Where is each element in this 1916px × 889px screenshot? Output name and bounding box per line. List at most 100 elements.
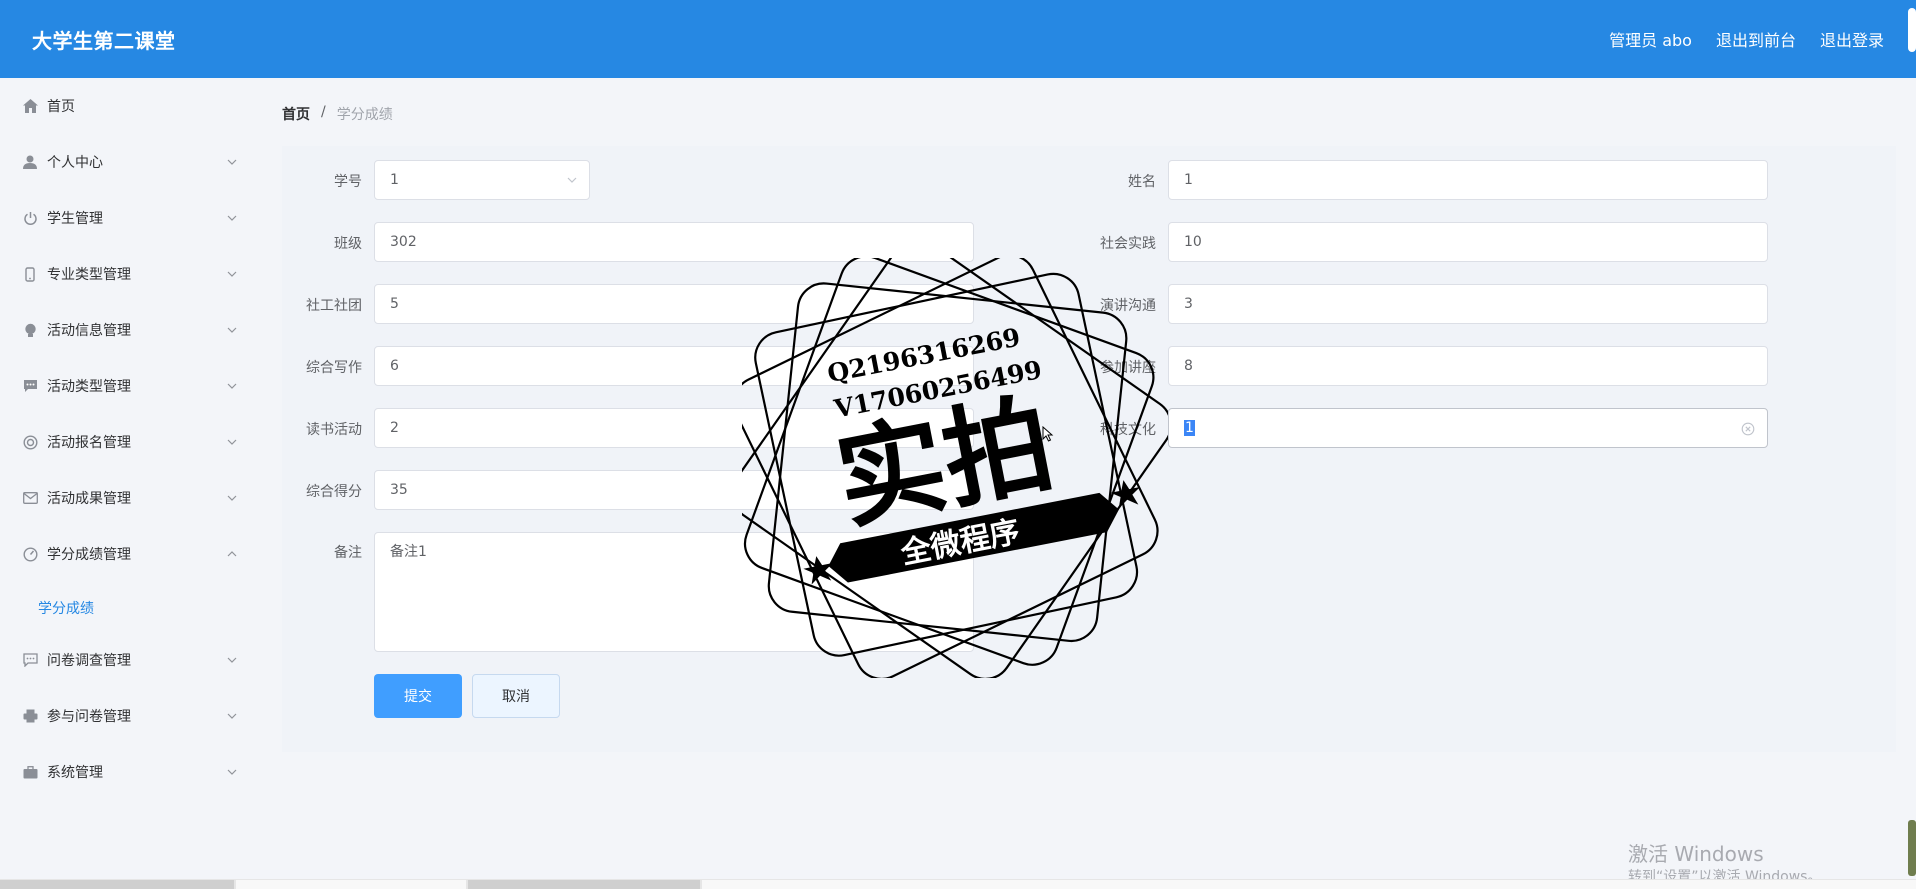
sidebar-item-label: 参与问卷管理 xyxy=(47,709,131,725)
mobile-icon xyxy=(22,266,38,282)
exit-to-frontend-link[interactable]: 退出到前台 xyxy=(1716,27,1796,51)
clear-icon[interactable] xyxy=(1741,422,1755,436)
sidebar-item-activity-registration-management[interactable]: 活动报名管理 xyxy=(0,414,252,470)
sidebar: 首页 个人中心 学生管理 专业类型管理 活动信息管理 活动类型管理 活动报名管理… xyxy=(0,78,252,889)
activation-watermark-title: 激活 Windows xyxy=(1628,842,1764,866)
gauge-icon xyxy=(22,546,38,562)
chevron-up-icon xyxy=(227,551,237,557)
student-id-label: 学号 xyxy=(334,174,362,190)
class-field[interactable]: 302 xyxy=(374,222,974,262)
sidebar-item-student-management[interactable]: 学生管理 xyxy=(0,190,252,246)
tech-culture-field[interactable]: 1 xyxy=(1168,408,1768,448)
sidebar-item-home[interactable]: 首页 xyxy=(0,78,252,134)
social-practice-value: 10 xyxy=(1184,234,1202,250)
chevron-down-icon xyxy=(227,713,237,719)
top-header: 大学生第二课堂 管理员 abo 退出到前台 退出登录 xyxy=(0,0,1916,78)
home-icon xyxy=(22,98,38,114)
horizontal-scrollbar[interactable] xyxy=(0,879,1916,889)
club-label: 社工社团 xyxy=(306,298,362,314)
lecture-field[interactable]: 8 xyxy=(1168,346,1768,386)
sidebar-item-questionnaire-participation-management[interactable]: 参与问卷管理 xyxy=(0,688,252,744)
total-score-label: 综合得分 xyxy=(306,484,362,500)
class-label: 班级 xyxy=(334,236,362,252)
sidebar-item-activity-info-management[interactable]: 活动信息管理 xyxy=(0,302,252,358)
reading-label: 读书活动 xyxy=(306,422,362,438)
scrollbar-segment xyxy=(236,880,466,889)
social-practice-field[interactable]: 10 xyxy=(1168,222,1768,262)
header-links: 管理员 abo 退出到前台 退出登录 xyxy=(1609,27,1884,51)
reading-field[interactable]: 2 xyxy=(374,408,974,448)
chevron-down-icon xyxy=(567,177,577,183)
chevron-down-icon xyxy=(227,769,237,775)
student-id-value: 1 xyxy=(390,172,399,188)
scrollbar-segment xyxy=(702,880,1916,889)
sidebar-item-label: 首页 xyxy=(47,99,75,115)
logout-link[interactable]: 退出登录 xyxy=(1820,27,1884,51)
sidebar-item-label: 活动成果管理 xyxy=(47,491,131,507)
sidebar-subitem-credit-score[interactable]: 学分成绩 xyxy=(0,582,252,632)
chat-icon xyxy=(22,378,38,394)
briefcase-icon xyxy=(22,764,38,780)
sidebar-item-credit-score-management[interactable]: 学分成绩管理 xyxy=(0,526,252,582)
student-id-select[interactable]: 1 xyxy=(374,160,590,200)
lecture-label: 参加讲座 xyxy=(1100,360,1156,376)
writing-field[interactable]: 6 xyxy=(374,346,974,386)
name-value: 1 xyxy=(1184,172,1193,188)
mouse-cursor-icon xyxy=(1042,426,1054,442)
sidebar-item-activity-results-management[interactable]: 活动成果管理 xyxy=(0,470,252,526)
breadcrumb-current: 学分成绩 xyxy=(336,107,393,123)
reading-value: 2 xyxy=(390,420,399,436)
chevron-down-icon xyxy=(227,657,237,663)
chevron-down-icon xyxy=(227,215,237,221)
writing-value: 6 xyxy=(390,358,399,374)
sidebar-item-system-management[interactable]: 系统管理 xyxy=(0,744,252,800)
bulb-icon xyxy=(22,322,38,338)
writing-label: 综合写作 xyxy=(306,360,362,376)
sidebar-item-label: 活动信息管理 xyxy=(47,323,131,339)
scrollbar-segment xyxy=(468,880,700,889)
lecture-value: 8 xyxy=(1184,358,1193,374)
sidebar-item-label: 学分成绩管理 xyxy=(47,547,131,563)
app-title: 大学生第二课堂 xyxy=(32,29,176,53)
side-scrollbar-thumb[interactable] xyxy=(1908,820,1916,876)
sidebar-item-questionnaire-management[interactable]: 问卷调查管理 xyxy=(0,632,252,688)
sidebar-item-label: 学生管理 xyxy=(47,211,103,227)
tech-culture-value: 1 xyxy=(1184,420,1195,436)
mail-icon xyxy=(22,490,38,506)
speech-field[interactable]: 3 xyxy=(1168,284,1768,324)
sidebar-item-label: 系统管理 xyxy=(47,765,103,781)
lifebuoy-icon xyxy=(22,434,38,450)
chevron-down-icon xyxy=(227,439,237,445)
sidebar-item-label: 专业类型管理 xyxy=(47,267,131,283)
header-scrollbar-thumb[interactable] xyxy=(1908,8,1916,52)
remark-textarea[interactable]: 备注1 xyxy=(374,532,974,652)
speech-value: 3 xyxy=(1184,296,1193,312)
sidebar-item-label: 个人中心 xyxy=(47,155,103,171)
comment-icon xyxy=(22,652,38,668)
chevron-down-icon xyxy=(227,495,237,501)
cancel-button[interactable]: 取消 xyxy=(472,674,560,718)
name-field[interactable]: 1 xyxy=(1168,160,1768,200)
name-label: 姓名 xyxy=(1128,174,1156,190)
admin-user-link[interactable]: 管理员 abo xyxy=(1609,27,1692,51)
breadcrumb-home-link[interactable]: 首页 xyxy=(282,104,310,124)
remark-label: 备注 xyxy=(334,545,362,561)
user-icon xyxy=(22,154,38,170)
submit-button[interactable]: 提交 xyxy=(374,674,462,718)
scrollbar-segment xyxy=(0,880,234,889)
total-score-field[interactable]: 35 xyxy=(374,470,974,510)
breadcrumb: 首页 / 学分成绩 xyxy=(282,104,393,124)
breadcrumb-separator: / xyxy=(321,104,326,120)
remark-value: 备注1 xyxy=(390,544,427,560)
sidebar-item-personal-center[interactable]: 个人中心 xyxy=(0,134,252,190)
sidebar-item-label: 活动报名管理 xyxy=(47,435,131,451)
sidebar-item-activity-type-management[interactable]: 活动类型管理 xyxy=(0,358,252,414)
chevron-down-icon xyxy=(227,271,237,277)
sidebar-item-major-type-management[interactable]: 专业类型管理 xyxy=(0,246,252,302)
power-icon xyxy=(22,210,38,226)
chevron-down-icon xyxy=(227,327,237,333)
club-field[interactable]: 5 xyxy=(374,284,974,324)
printer-icon xyxy=(22,708,38,724)
total-score-value: 35 xyxy=(390,482,408,498)
chevron-down-icon xyxy=(227,383,237,389)
